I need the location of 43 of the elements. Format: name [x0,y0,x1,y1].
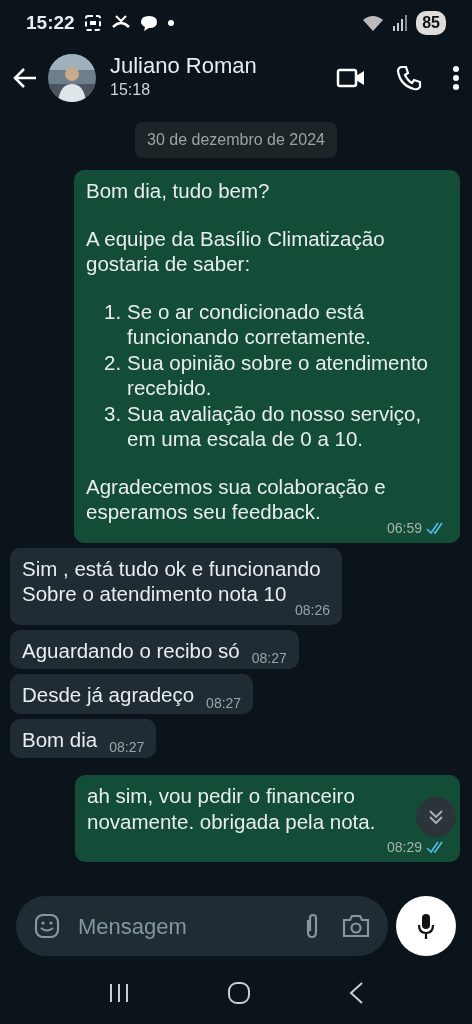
list-item-text: Se o ar condicionado está funcionando corretamente. [127,298,372,350]
message-composer[interactable]: Mensagem [16,896,388,956]
microphone-icon [416,912,436,940]
back-icon [12,67,38,89]
recent-apps-icon [108,982,131,1004]
message-text: Agradecemos sua colaboração e esperamos seu feedback. [86,473,387,525]
sticker-icon [34,913,60,939]
message-input-field[interactable]: Mensagem [76,908,286,944]
message-time: 08:27 [109,738,145,756]
signal-icon [392,15,409,31]
video-camera-icon [336,67,366,89]
date-chip: 30 de dezembro de 2024 [135,122,337,158]
camera-icon [342,914,370,938]
screenshot-icon [82,13,103,33]
double-chevron-down-icon [427,808,445,826]
list-number: 2. [104,349,122,376]
list-number: 3. [104,400,122,427]
message-text: ah sim, vou pedir o financeiro novamente. obrigada pela nota. [87,783,377,834]
message-text: A equipe da Basílio Climatização gostaria de saber: [86,225,386,277]
back-chevron-icon [347,981,364,1005]
message-text: Bom dia [22,726,98,752]
message-text: Desde já agradeço [22,682,195,708]
message-time: 08:27 [206,693,242,712]
message-time: 08:27 [251,649,287,667]
phone-icon [396,65,422,91]
message-time: 06:59 [386,518,422,537]
message-time: 08:29 [386,838,422,856]
chat-icon [138,13,159,33]
more-options-icon [452,65,460,91]
battery-level: 85 [416,11,446,35]
home-icon [227,981,251,1005]
message-text: Bom dia, tudo bem? [86,178,271,204]
microphone-button[interactable] [396,896,456,956]
clock-time: 15:22 [26,10,75,35]
dot-icon [166,19,175,27]
contact-name[interactable]: Juliano Roman [110,53,326,79]
message-text: Aguardando o recibo só [22,637,240,663]
list-item-text: Sua opinião sobre o atendimento recebido. [127,349,429,401]
last-seen: 15:18 [110,80,152,101]
list-number: 1. [104,298,122,325]
wifi-icon [362,14,385,32]
scroll-down-button[interactable] [416,797,456,837]
list-item-text: Sua avaliação do nosso serviço, em uma escala de 0 a 10. [127,400,423,452]
